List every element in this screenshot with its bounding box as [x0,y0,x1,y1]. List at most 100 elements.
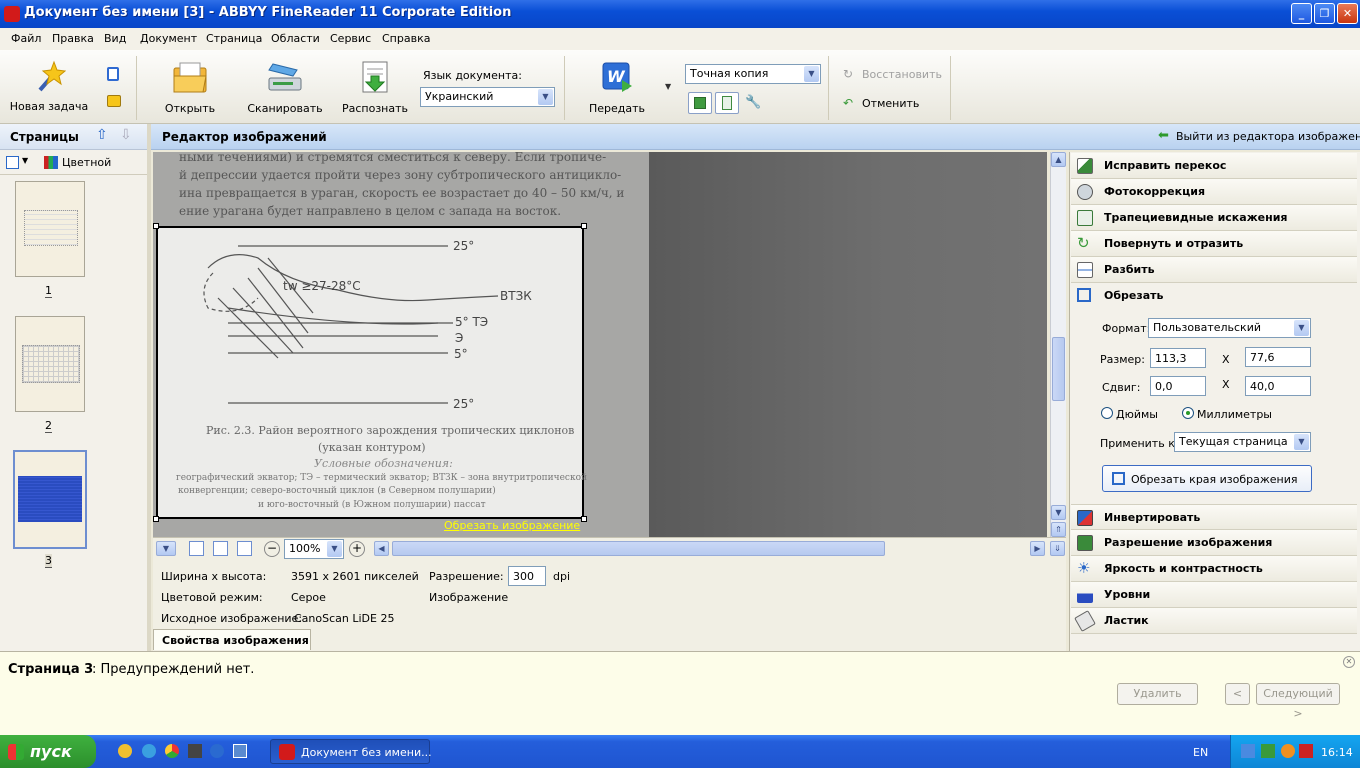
title-bar[interactable]: Документ без имени [3] - ABBYY FineReade… [0,0,1360,28]
page-down-icon[interactable]: ⇓ [1050,541,1065,556]
text-mode-button[interactable] [715,92,739,114]
delete-button[interactable]: Удалить [1117,683,1198,705]
minimize-button[interactable]: _ [1291,3,1312,24]
tool-resolution[interactable]: Разрешение изображения [1071,530,1357,556]
recognize-button[interactable]: Распознать [340,60,410,120]
image-mode-button[interactable] [688,92,712,114]
crop-image-link[interactable]: Обрезать изображение [444,519,580,532]
new-task-button[interactable]: Новая задача [8,60,90,120]
menu-service[interactable]: Сервис [330,32,371,45]
desktop-icon[interactable] [233,744,247,758]
page-up-icon[interactable]: ⇑ [1051,522,1066,537]
collapse-icon[interactable]: ▼ [156,541,176,556]
horizontal-scroll-thumb[interactable] [392,541,885,556]
chrome-icon[interactable] [165,744,179,758]
chevron-down-icon[interactable]: ▼ [22,156,28,165]
tool-levels[interactable]: Уровни [1071,582,1357,608]
crop-edges-button[interactable]: Обрезать края изображения [1102,465,1312,492]
menu-page[interactable]: Страница [206,32,262,45]
tray-icon[interactable] [1281,744,1295,758]
new-document-icon[interactable] [107,67,119,81]
apply-to-select[interactable]: Текущая страница ▼ [1174,432,1311,452]
fit-width-icon[interactable] [213,541,228,556]
maximize-button[interactable]: ❐ [1314,3,1335,24]
tool-trapezoid[interactable]: Трапециевидные искажения [1071,205,1357,231]
tool-crop[interactable]: Обрезать [1071,283,1357,309]
previous-button[interactable]: < [1225,683,1250,705]
tray-icon[interactable] [1261,744,1275,758]
wrench-icon[interactable]: 🔧 [745,95,761,110]
tool-split[interactable]: Разбить [1071,257,1357,283]
shift-y-input[interactable]: 40,0 [1245,376,1311,396]
exit-image-editor-link[interactable]: Выйти из редактора изображений [1176,130,1360,143]
input-language[interactable]: EN [1193,746,1208,759]
scan-button[interactable]: Сканировать [246,60,324,120]
move-up-icon[interactable]: ⇧ [96,127,112,145]
fit-height-icon[interactable] [237,541,252,556]
menu-file[interactable]: Файл [11,32,41,45]
tool-eraser[interactable]: Ластик [1071,608,1357,634]
millimeters-radio[interactable] [1182,407,1194,419]
tool-photo-correction[interactable]: Фотокоррекция [1071,179,1357,205]
crop-format-select[interactable]: Пользовательский ▼ [1148,318,1311,338]
shift-x-input[interactable]: 0,0 [1150,376,1206,396]
restore-button[interactable]: Восстановить [862,68,942,81]
fit-page-icon[interactable] [189,541,204,556]
scroll-left-icon[interactable]: ◀ [374,541,389,556]
scroll-up-icon[interactable]: ▲ [1051,152,1066,167]
tool-label: Уровни [1104,588,1151,601]
doc-language-select[interactable]: Украинский ▼ [420,87,555,107]
color-mode-label[interactable]: Цветной [62,156,111,169]
tool-rotate[interactable]: ↻ Повернуть и отразить [1071,231,1357,257]
panel-splitter[interactable] [147,124,151,651]
quicklaunch-icon[interactable] [142,744,156,758]
zoom-out-icon[interactable]: − [264,541,280,557]
menu-help[interactable]: Справка [382,32,430,45]
scroll-right-icon[interactable]: ▶ [1030,541,1045,556]
menu-view[interactable]: Вид [104,32,126,45]
menu-edit[interactable]: Правка [52,32,94,45]
resolution-input[interactable]: 300 [508,566,546,586]
zoom-select[interactable]: 100% ▼ [284,539,344,559]
inches-radio[interactable] [1101,407,1113,419]
quicklaunch-icon[interactable] [118,744,132,758]
quicklaunch-icon[interactable] [188,744,202,758]
move-down-icon[interactable]: ⇩ [120,127,136,145]
documents-icon[interactable] [107,95,121,107]
zoom-in-icon[interactable]: + [349,541,365,557]
page-thumbnail-1[interactable] [15,181,85,277]
send-button[interactable]: W Передать [582,60,652,120]
close-button[interactable]: ✕ [1337,3,1358,24]
start-button[interactable]: пуск [0,735,96,768]
next-button[interactable]: Следующий > [1256,683,1340,720]
scroll-thumb[interactable] [1052,337,1065,401]
ie-icon[interactable] [210,744,224,758]
page-thumbnail-3[interactable] [13,450,87,549]
view-mode-icon[interactable] [6,156,19,169]
format-select[interactable]: Точная копия ▼ [685,64,821,84]
tool-brightness[interactable]: ☀ Яркость и контрастность [1071,556,1357,582]
tab-image-properties[interactable]: Свойства изображения [153,629,311,650]
crop-handle[interactable] [153,516,159,522]
image-viewer[interactable]: ными течениями) и стремятся сместиться к… [153,152,1047,537]
menu-areas[interactable]: Области [271,32,320,45]
crop-handle[interactable] [153,223,159,229]
network-icon[interactable] [1241,744,1255,758]
undo-button[interactable]: Отменить [862,97,919,110]
taskbar-item-finereader[interactable]: Документ без имени... [270,739,432,764]
crop-width-input[interactable]: 113,3 [1150,348,1206,368]
tray-icon[interactable] [1299,744,1313,758]
tool-invert[interactable]: Инвертировать [1071,504,1357,530]
open-button[interactable]: Открыть [155,60,225,120]
vertical-scrollbar[interactable]: ▲ ▼ ⇑ [1050,152,1066,537]
crop-selection[interactable]: 25° tw ≥27-28°C ВТЗК 5° ТЭ Э 5° 25° Рис.… [156,226,587,519]
send-dropdown-arrow-icon[interactable]: ▼ [665,82,671,91]
menu-document[interactable]: Документ [140,32,197,45]
crop-handle[interactable] [581,516,587,522]
tool-deskew[interactable]: Исправить перекос [1071,153,1357,179]
crop-handle[interactable] [581,223,587,229]
crop-height-input[interactable]: 77,6 [1245,347,1311,367]
close-icon[interactable]: ✕ [1343,656,1355,668]
scroll-down-icon[interactable]: ▼ [1051,505,1066,520]
page-thumbnail-2[interactable] [15,316,85,412]
